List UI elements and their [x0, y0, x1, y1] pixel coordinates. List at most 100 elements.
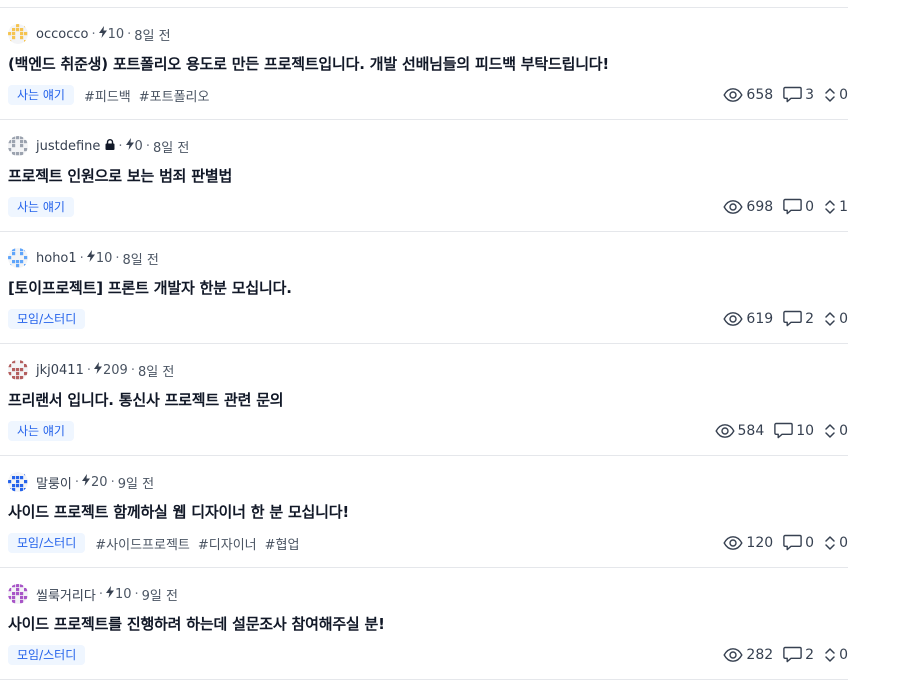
hashtag-link[interactable]: #사이드프로젝트 [95, 534, 190, 553]
category-badge[interactable]: 모임/스터디 [8, 645, 86, 665]
comment-icon [783, 86, 805, 103]
category-badge[interactable]: 모임/스터디 [8, 309, 86, 329]
bolt-icon [105, 586, 115, 602]
post-meta: justdefine · 0 · 8일 전 [8, 136, 189, 156]
post-title-link[interactable]: (백엔드 취준생) 포트폴리오 용도로 만든 프로젝트입니다. 개발 선배님들의… [8, 53, 609, 74]
comment-count: 2 [783, 310, 814, 327]
view-count: 282 [723, 647, 773, 663]
view-count-value: 584 [737, 422, 765, 439]
comment-icon [783, 646, 805, 663]
post-item[interactable]: hoho1 · 10 · 8일 전 [토이프로젝트] 프론트 개발자 한분 모십니다. 모임… [0, 231, 848, 343]
post-stats: 584 10 0 [705, 422, 848, 439]
separator: · [134, 586, 139, 602]
separator: · [86, 362, 91, 378]
vote-count-value: 0 [839, 86, 848, 103]
separator: · [110, 474, 115, 490]
hashtag-link[interactable]: #협업 [265, 534, 300, 553]
category-badge[interactable]: 모임/스터디 [8, 533, 86, 553]
post-item[interactable]: justdefine · 0 · 8일 전 프로젝트 인원으로 보는 범죄 판별법 사는 얘… [0, 119, 848, 231]
eye-icon [723, 87, 746, 103]
bolt-icon [98, 26, 108, 42]
hashtag-link[interactable]: #피드백 [84, 86, 131, 105]
post-title-link[interactable]: 프로젝트 인원으로 보는 범죄 판별법 [8, 165, 232, 186]
view-count: 698 [723, 199, 773, 215]
vote-count-value: 0 [839, 422, 848, 439]
post-time: 8일 전 [137, 364, 175, 380]
post-tags: 사는 얘기 #피드백 #포트폴리오 [8, 85, 217, 105]
post-title-link[interactable]: [토이프로젝트] 프론트 개발자 한분 모십니다. [8, 277, 292, 298]
bolt-icon [93, 362, 103, 378]
comment-count-value: 3 [805, 86, 815, 103]
comment-count-value: 2 [805, 646, 815, 663]
category-badge[interactable]: 사는 얘기 [8, 421, 74, 441]
post-meta: jkj0411 · 209 · 8일 전 [8, 360, 174, 380]
post-time: 9일 전 [117, 476, 155, 492]
post-meta: hoho1 · 10 · 8일 전 [8, 248, 159, 268]
eye-icon [723, 647, 746, 663]
post-item[interactable]: occocco · 10 · 8일 전 (백엔드 취준생) 포트폴리오 용도로 만든 프로… [0, 7, 848, 119]
username-link[interactable]: jkj0411 [36, 363, 84, 378]
vote-count-value: 0 [839, 310, 848, 327]
view-count-value: 282 [746, 646, 774, 663]
vote-arrows-icon [824, 535, 839, 551]
post-item[interactable]: 말룽이 · 20 · 9일 전 사이드 프로젝트 함께하실 웹 디자이너 한 분 모십니다… [0, 455, 848, 567]
eye-icon [714, 423, 738, 439]
comment-icon [783, 534, 805, 551]
hashtag-link[interactable]: #디자이너 [198, 534, 257, 553]
user-points: 10 [107, 26, 125, 42]
user-points: 10 [114, 586, 132, 602]
comment-icon [783, 198, 805, 215]
post-title-link[interactable]: 사이드 프로젝트를 진행하려 하는데 설문조사 참여해주실 분! [8, 613, 385, 634]
view-count-value: 120 [746, 534, 774, 551]
username-link[interactable]: justdefine [36, 139, 100, 154]
avatar[interactable] [8, 248, 36, 268]
view-count: 120 [723, 535, 773, 551]
category-badge[interactable]: 사는 얘기 [8, 85, 74, 105]
lock-icon [100, 138, 115, 154]
post-title-link[interactable]: 사이드 프로젝트 함께하실 웹 디자이너 한 분 모십니다! [8, 501, 349, 522]
vote-arrows-icon [824, 87, 839, 103]
post-tags: 모임/스터디 [8, 309, 95, 329]
post-item[interactable]: 씰룩거리다 · 10 · 9일 전사이드 프로젝트를 진행하려 하는데 설문조사 참여해… [0, 567, 848, 680]
avatar[interactable] [8, 584, 36, 604]
username-link[interactable]: occocco [36, 27, 88, 42]
username-link[interactable]: 말룽이 [36, 473, 72, 492]
vote-count: 1 [824, 199, 848, 215]
post-tags: 모임/스터디 [8, 645, 95, 665]
comment-count: 0 [783, 534, 814, 551]
separator: · [115, 250, 120, 266]
comment-icon [774, 422, 796, 439]
separator: · [98, 586, 103, 602]
view-count: 658 [723, 87, 773, 103]
username-link[interactable]: 씰룩거리다 [36, 585, 96, 604]
user-points: 10 [95, 250, 113, 266]
post-stats: 619 2 0 [713, 310, 848, 327]
eye-icon [723, 535, 746, 551]
vote-count-value: 0 [839, 646, 848, 663]
comment-count-value: 0 [805, 534, 815, 551]
vote-count: 0 [824, 647, 848, 663]
avatar[interactable] [8, 472, 36, 492]
user-points: 0 [134, 138, 143, 154]
post-item[interactable]: jkj0411 · 209 · 8일 전 프리랜서 입니다. 통신사 프로젝트 관련 문의… [0, 343, 848, 455]
bolt-icon [86, 250, 96, 266]
post-stats: 698 0 1 [713, 198, 848, 215]
post-tags: 모임/스터디 #사이드프로젝트 #디자이너 #협업 [8, 533, 307, 553]
comment-count: 0 [783, 198, 814, 215]
comment-count: 2 [783, 646, 814, 663]
vote-arrows-icon [824, 423, 839, 439]
bolt-icon [82, 474, 91, 490]
user-points: 209 [102, 362, 128, 378]
avatar[interactable] [8, 136, 36, 156]
avatar[interactable] [8, 24, 36, 44]
post-meta: 씰룩거리다 · 10 · 9일 전 [8, 584, 178, 604]
category-badge[interactable]: 사는 얘기 [8, 197, 74, 217]
separator: · [145, 138, 150, 154]
avatar[interactable] [8, 360, 36, 380]
post-title-link[interactable]: 프리랜서 입니다. 통신사 프로젝트 관련 문의 [8, 389, 284, 410]
username-link[interactable]: hoho1 [36, 251, 77, 266]
vote-count: 0 [824, 87, 848, 103]
vote-count: 0 [824, 535, 848, 551]
hashtag-link[interactable]: #포트폴리오 [139, 86, 210, 105]
user-points: 20 [91, 474, 108, 490]
